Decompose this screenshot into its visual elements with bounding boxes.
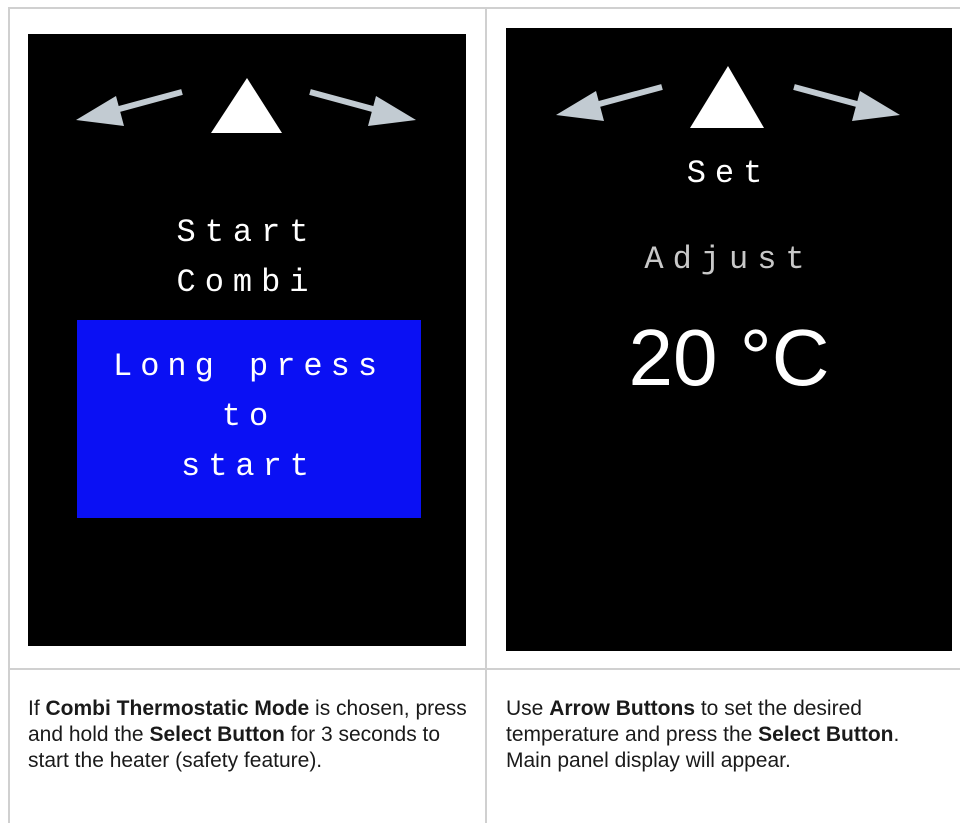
left-arrow-icon	[76, 89, 183, 126]
table-border-left	[8, 7, 10, 823]
right-display-screen: Set Adjust 20 °C	[506, 28, 952, 651]
left-display-screen: Start Combi Long press to start	[28, 34, 466, 646]
highlight-line-2: to	[221, 398, 277, 435]
temperature-value: 20 °C	[628, 313, 830, 402]
caption-text: If	[28, 697, 46, 720]
caption-bold-select: Select Button	[758, 723, 894, 746]
caption-bold-arrows: Arrow Buttons	[549, 697, 696, 720]
left-arrow-icon	[556, 84, 663, 121]
right-arrow-icon	[309, 89, 416, 126]
highlight-line-1: Long press	[112, 348, 386, 385]
table-divider-vertical	[485, 7, 487, 823]
set-title: Set	[686, 155, 772, 192]
left-screen-line2: Combi	[176, 264, 318, 301]
highlight-line-3: start	[180, 448, 317, 485]
left-screen-line1: Start	[176, 214, 318, 251]
adjust-label: Adjust	[644, 241, 814, 278]
table-border-top	[8, 7, 960, 9]
up-triangle-icon	[211, 78, 282, 133]
long-press-highlight-box: Long press to start	[77, 320, 421, 518]
caption-bold-select: Select Button	[149, 723, 285, 746]
right-arrow-icon	[793, 84, 900, 121]
caption-text: Use	[506, 697, 550, 720]
right-caption: Use Arrow Buttons to set the desired tem…	[506, 696, 946, 774]
left-caption: If Combi Thermostatic Mode is chosen, pr…	[28, 696, 468, 774]
caption-bold-mode: Combi Thermostatic Mode	[45, 697, 310, 720]
instruction-table: Start Combi Long press to start Set Adju…	[0, 0, 960, 823]
table-divider-horizontal	[8, 668, 960, 670]
up-triangle-icon	[690, 66, 764, 128]
